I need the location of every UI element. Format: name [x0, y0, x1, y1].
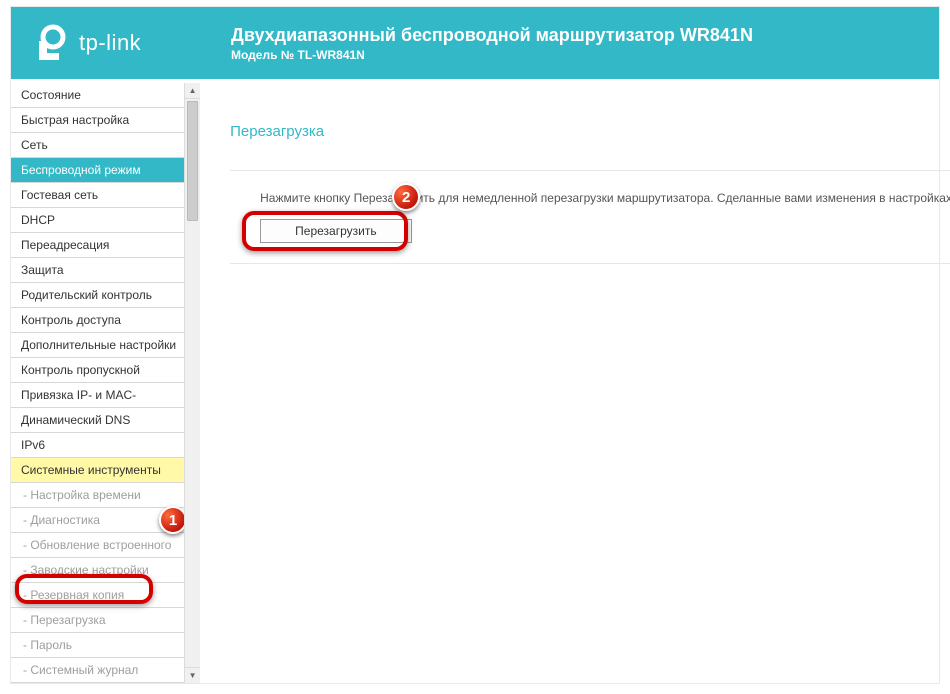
sidebar-li: IPv6: [11, 433, 184, 458]
sidebar-item-8[interactable]: Родительский контроль: [11, 283, 184, 307]
sidebar-li: Динамический DNS: [11, 408, 184, 433]
tplink-logo-icon: [31, 23, 71, 63]
sidebar-item-7[interactable]: Защита: [11, 258, 184, 282]
sidebar-li: Беспроводной режим: [11, 158, 184, 183]
sidebar-item-9[interactable]: Контроль доступа: [11, 308, 184, 332]
sidebar-item-13[interactable]: Динамический DNS: [11, 408, 184, 432]
sidebar-li: Гостевая сеть: [11, 183, 184, 208]
sidebar-item-1[interactable]: Быстрая настройка: [11, 108, 184, 132]
sidebar-item-18[interactable]: Обновление встроенного: [11, 533, 184, 557]
sidebar-li: Привязка IP- и MAC-: [11, 383, 184, 408]
sidebar-li: Состояние: [11, 83, 184, 108]
scroll-up-icon[interactable]: ▲: [185, 83, 200, 99]
sidebar-li: Обновление встроенного: [11, 533, 184, 558]
divider: [230, 263, 950, 264]
sidebar-item-22[interactable]: Пароль: [11, 633, 184, 657]
sidebar-item-4[interactable]: Гостевая сеть: [11, 183, 184, 207]
sidebar-li: Перезагрузка: [11, 608, 184, 633]
sidebar-li: Быстрая настройка: [11, 108, 184, 133]
sidebar-item-12[interactable]: Привязка IP- и MAC-: [11, 383, 184, 407]
sidebar-item-16[interactable]: Настройка времени: [11, 483, 184, 507]
annotation-badge-2: 2: [392, 183, 420, 211]
header: tp-link Двухдиапазонный беспроводной мар…: [11, 7, 939, 79]
page-title: Двухдиапазонный беспроводной маршрутизат…: [231, 25, 919, 46]
sidebar-item-19[interactable]: Заводские настройки: [11, 558, 184, 582]
content-title: Перезагрузка: [230, 123, 950, 140]
sidebar-li: Системный журнал: [11, 658, 184, 683]
divider: [230, 170, 950, 171]
sidebar-li: Настройка времени: [11, 483, 184, 508]
sidebar-li: Контроль пропускной: [11, 358, 184, 383]
sidebar-item-3[interactable]: Беспроводной режим: [11, 158, 184, 182]
sidebar-li: Родительский контроль: [11, 283, 184, 308]
sidebar-scrollbar[interactable]: ▲ ▼: [184, 83, 200, 683]
sidebar-item-10[interactable]: Дополнительные настройки: [11, 333, 184, 357]
scroll-down-icon[interactable]: ▼: [185, 667, 200, 683]
sidebar-li: DHCP: [11, 208, 184, 233]
sidebar-li: Контроль доступа: [11, 308, 184, 333]
content-area: Перезагрузка Нажмите кнопку Перезагрузит…: [200, 83, 950, 683]
sidebar-item-21[interactable]: Перезагрузка: [11, 608, 184, 632]
reboot-button[interactable]: Перезагрузить: [260, 219, 411, 243]
instruction-text: Нажмите кнопку Перезагрузить для немедле…: [260, 191, 950, 205]
sidebar-li: Сеть: [11, 133, 184, 158]
sidebar-li: Заводские настройки: [11, 558, 184, 583]
sidebar-item-14[interactable]: IPv6: [11, 433, 184, 457]
annotation-badge-1: 1: [159, 506, 184, 534]
sidebar-item-5[interactable]: DHCP: [11, 208, 184, 232]
sidebar: СостояниеБыстрая настройкаСетьБеспроводн…: [11, 83, 200, 683]
sidebar-item-6[interactable]: Переадресация: [11, 233, 184, 257]
sidebar-li: Защита: [11, 258, 184, 283]
sidebar-item-20[interactable]: Резервная копия: [11, 583, 184, 607]
sidebar-li: Резервная копия: [11, 583, 184, 608]
sidebar-li: Переадресация: [11, 233, 184, 258]
sidebar-item-11[interactable]: Контроль пропускной: [11, 358, 184, 382]
sidebar-li: Дополнительные настройки: [11, 333, 184, 358]
sidebar-item-15[interactable]: Системные инструменты: [11, 458, 184, 482]
sidebar-li: Пароль: [11, 633, 184, 658]
brand-logo: tp-link: [31, 23, 141, 63]
scroll-thumb[interactable]: [187, 101, 198, 221]
sidebar-item-23[interactable]: Системный журнал: [11, 658, 184, 682]
brand-name: tp-link: [79, 30, 141, 56]
model-label: Модель № TL-WR841N: [231, 48, 919, 62]
sidebar-item-2[interactable]: Сеть: [11, 133, 184, 157]
sidebar-item-0[interactable]: Состояние: [11, 83, 184, 107]
sidebar-li: Системные инструменты: [11, 458, 184, 483]
